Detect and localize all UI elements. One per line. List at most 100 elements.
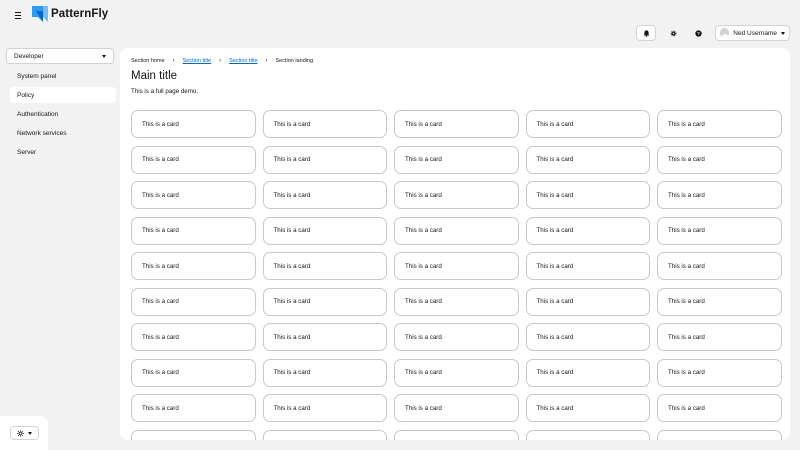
card[interactable]: This is a card: [262, 394, 387, 422]
gear-icon: [670, 30, 676, 36]
card[interactable]: This is a card: [657, 145, 782, 174]
card[interactable]: This is a card: [657, 358, 782, 387]
sidebar: Developer System panel Policy Authentica…: [0, 48, 120, 450]
card-gallery: This is a card This is a card This is a ca…: [131, 110, 782, 440]
card-label: This is a card: [405, 298, 442, 305]
card[interactable]: This is a card: [262, 216, 387, 245]
card[interactable]: This is a card: [262, 358, 387, 387]
card[interactable]: This is a card: [262, 323, 387, 351]
card[interactable]: This is a card: [131, 252, 256, 280]
card-label: This is a card: [142, 262, 179, 270]
card[interactable]: This is a card: [525, 110, 650, 138]
card-label: This is a card: [536, 120, 574, 128]
card-label: This is a card: [142, 191, 179, 199]
sidebar-item-label: Authentication: [17, 110, 59, 118]
sidebar-item-system-panel[interactable]: System panel: [10, 68, 116, 84]
breadcrumb: Section home › Section title › Section t…: [131, 57, 313, 65]
theme-toggle[interactable]: [10, 426, 39, 440]
card[interactable]: This is a card: [262, 429, 387, 440]
sidebar-item-network-services[interactable]: Network services: [10, 125, 116, 141]
card[interactable]: This is a card: [131, 323, 256, 351]
card[interactable]: This is a card: [394, 252, 519, 280]
card[interactable]: This is a card: [131, 394, 256, 422]
card[interactable]: This is a card: [131, 145, 256, 174]
bell-icon: [643, 29, 649, 37]
help-icon: ?: [694, 29, 702, 37]
card[interactable]: This is a card: [525, 323, 650, 351]
card[interactable]: This is a card: [525, 181, 650, 209]
card[interactable]: This is a card: [394, 358, 519, 387]
card[interactable]: This is a card: [657, 429, 782, 440]
context-selector[interactable]: Developer: [6, 48, 114, 64]
card-label: This is a card: [405, 191, 442, 199]
card-label: This is a card: [405, 120, 442, 128]
page-description: This is a full page demo.: [131, 88, 199, 95]
user-menu-toggle[interactable]: Ned Username: [715, 25, 790, 41]
card[interactable]: This is a card: [657, 181, 782, 209]
card-label: This is a card: [668, 227, 705, 234]
sidebar-item-policy[interactable]: Policy: [10, 87, 116, 103]
card[interactable]: This is a card: [262, 287, 387, 316]
card-label: This is a card: [536, 369, 574, 376]
card[interactable]: This is a card: [131, 429, 256, 440]
settings-button[interactable]: [665, 25, 681, 41]
svg-text:?: ?: [697, 31, 700, 36]
card[interactable]: This is a card: [394, 429, 519, 440]
notifications-button[interactable]: [636, 25, 656, 41]
card[interactable]: This is a card: [394, 110, 519, 138]
caret-down-icon: [781, 31, 785, 35]
card[interactable]: This is a card: [131, 358, 256, 387]
card-label: This is a card: [668, 298, 705, 305]
card-label: This is a card: [405, 333, 442, 341]
sun-icon: [17, 429, 24, 437]
card[interactable]: This is a card: [525, 216, 650, 245]
card[interactable]: This is a card: [131, 110, 256, 138]
card[interactable]: This is a card: [394, 323, 519, 351]
card[interactable]: This is a card: [394, 216, 519, 245]
sidebar-item-server[interactable]: Server: [10, 144, 116, 160]
card[interactable]: This is a card: [525, 252, 650, 280]
card[interactable]: This is a card: [657, 394, 782, 422]
card-label: This is a card: [273, 333, 311, 341]
brand-logo[interactable]: PatternFly: [32, 6, 108, 22]
card[interactable]: This is a card: [394, 181, 519, 209]
card[interactable]: This is a card: [394, 287, 519, 316]
card[interactable]: This is a card: [657, 287, 782, 316]
card[interactable]: This is a card: [262, 252, 387, 280]
card[interactable]: This is a card: [657, 252, 782, 280]
theme-bar: [0, 416, 48, 450]
card[interactable]: This is a card: [131, 181, 256, 209]
card[interactable]: This is a card: [394, 394, 519, 422]
sidebar-item-authentication[interactable]: Authentication: [10, 106, 116, 122]
card[interactable]: This is a card: [657, 110, 782, 138]
card[interactable]: This is a card: [262, 110, 387, 138]
card[interactable]: This is a card: [131, 216, 256, 245]
card[interactable]: This is a card: [262, 145, 387, 174]
card-label: This is a card: [142, 369, 179, 376]
menu-icon[interactable]: [11, 8, 25, 22]
card[interactable]: This is a card: [525, 358, 650, 387]
card-label: This is a card: [536, 191, 574, 199]
card-label: This is a card: [273, 227, 311, 234]
card-label: This is a card: [142, 156, 179, 163]
card[interactable]: This is a card: [525, 394, 650, 422]
help-button[interactable]: ?: [690, 25, 706, 41]
card[interactable]: This is a card: [657, 216, 782, 245]
card-label: This is a card: [273, 262, 311, 270]
breadcrumb-link-section-title[interactable]: Section title: [183, 58, 211, 64]
card[interactable]: This is a card: [525, 429, 650, 440]
caret-down-icon: [28, 431, 32, 435]
context-selector-label: Developer: [14, 52, 44, 60]
card[interactable]: This is a card: [262, 181, 387, 209]
card[interactable]: This is a card: [657, 323, 782, 351]
brand-name: PatternFly: [51, 8, 109, 20]
breadcrumb-link-section-title[interactable]: Section title: [229, 58, 257, 64]
card[interactable]: This is a card: [131, 287, 256, 316]
card-label: This is a card: [536, 404, 574, 412]
sidebar-item-label: System panel: [17, 72, 57, 80]
card[interactable]: This is a card: [525, 287, 650, 316]
card[interactable]: This is a card: [525, 145, 650, 174]
chevron-right-icon: ›: [219, 58, 222, 64]
card-label: This is a card: [405, 369, 442, 376]
card[interactable]: This is a card: [394, 145, 519, 174]
